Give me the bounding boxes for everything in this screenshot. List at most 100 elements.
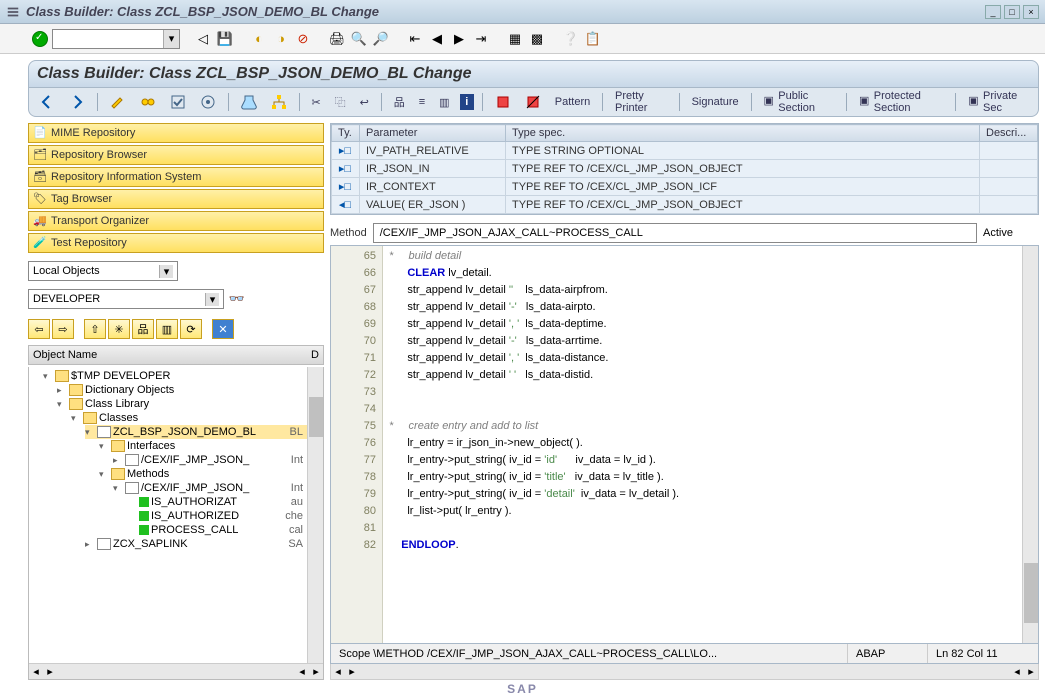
minimize-button[interactable]: _ [985, 5, 1001, 19]
private-section-button[interactable]: ▣Private Sec [964, 92, 1032, 112]
new-session-icon[interactable]: ▦ [506, 30, 524, 48]
exit-icon[interactable]: ◐ [250, 30, 268, 48]
layout-button[interactable]: ▥ [435, 92, 453, 112]
other-object-button[interactable] [136, 92, 160, 112]
breakpoint-del-button[interactable] [521, 92, 545, 112]
tag-icon: 🏷 [33, 192, 47, 206]
hierarchy-button[interactable]: 品 [390, 92, 409, 112]
tag-browser-button[interactable]: 🏷Tag Browser [28, 189, 324, 209]
param-row[interactable]: ◂□VALUE( ER_JSON )TYPE REF TO /CEX/CL_JM… [332, 196, 1038, 214]
save-icon[interactable]: 💾 [216, 30, 234, 48]
standard-toolbar: ▾ ◁ 💾 ◐ ◑ ⊘ 🖨 🔍 🔎 ⇤ ◀ ▶ ⇥ ▦ ▩ ❔ 📋 [0, 24, 1045, 54]
tree-node-root[interactable]: ▾$TMP DEVELOPER [43, 369, 323, 383]
tree-node-m3[interactable]: PROCESS_CALLcal [127, 523, 323, 537]
customize-icon[interactable]: 📋 [584, 30, 602, 48]
copy-button[interactable]: ⿻ [331, 92, 350, 112]
tree-node-dictionary[interactable]: ▸Dictionary Objects [57, 383, 323, 397]
signature-button[interactable]: Signature [688, 92, 743, 112]
nav-back-button[interactable] [35, 92, 59, 112]
tree-up-button[interactable]: ⇧ [84, 319, 106, 339]
method-name-field[interactable]: /CEX/IF_JMP_JSON_AJAX_CALL~PROCESS_CALL [373, 223, 977, 243]
activate-button[interactable] [196, 92, 220, 112]
param-header-name[interactable]: Parameter [360, 125, 506, 142]
shortcut-icon[interactable]: ▩ [528, 30, 546, 48]
tree-node-methods[interactable]: ▾Methods [99, 467, 323, 481]
param-row[interactable]: ▸□IR_CONTEXTTYPE REF TO /CEX/CL_JMP_JSON… [332, 178, 1038, 196]
mime-repository-button[interactable]: 📄MIME Repository [28, 123, 324, 143]
chevron-down-icon[interactable]: ▾ [205, 293, 219, 306]
stop-icon[interactable]: ⊘ [294, 30, 312, 48]
pattern-button[interactable]: Pattern [551, 92, 594, 112]
nav-forward-button[interactable] [65, 92, 89, 112]
test-repository-button[interactable]: 🧪Test Repository [28, 233, 324, 253]
tree-node-m2[interactable]: IS_AUTHORIZEDche [127, 509, 323, 523]
tree-new-button[interactable]: ✳ [108, 319, 130, 339]
where-used-button[interactable] [267, 92, 291, 112]
tree-vscrollbar[interactable] [307, 367, 323, 663]
first-page-icon[interactable]: ⇤ [406, 30, 424, 48]
tree-back-button[interactable]: ⇦ [28, 319, 50, 339]
tree-refresh-button[interactable]: ⟳ [180, 319, 202, 339]
breakpoint-set-button[interactable] [491, 92, 515, 112]
tree-node-class-library[interactable]: ▾Class Library [57, 397, 323, 411]
class-icon [97, 426, 111, 438]
paste-button[interactable]: ↩ [356, 92, 373, 112]
param-header-type[interactable]: Ty. [332, 125, 360, 142]
editor-hscrollbar[interactable]: ◂▸◂▸ [330, 664, 1039, 680]
tree-hscrollbar[interactable]: ◂▸◂▸ [29, 663, 323, 679]
pretty-printer-button[interactable]: Pretty Printer [611, 92, 671, 112]
find-icon[interactable]: 🔍 [350, 30, 368, 48]
cut-button[interactable]: ✂ [307, 92, 324, 112]
maximize-button[interactable]: □ [1004, 5, 1020, 19]
public-section-button[interactable]: ▣Public Section [759, 92, 838, 112]
tree-display-button[interactable]: ▥ [156, 319, 178, 339]
next-page-icon[interactable]: ▶ [450, 30, 468, 48]
protected-section-button[interactable]: ▣Protected Section [855, 92, 947, 112]
param-header-desc[interactable]: Descri... [980, 125, 1038, 142]
tree-node-classes[interactable]: ▾Classes [71, 411, 323, 425]
help-icon[interactable]: ❔ [562, 30, 580, 48]
param-row[interactable]: ▸□IR_JSON_INTYPE REF TO /CEX/CL_JMP_JSON… [332, 160, 1038, 178]
tree-forward-button[interactable]: ⇨ [52, 319, 74, 339]
import-icon: ▸□ [338, 180, 352, 193]
object-tree[interactable]: ▾$TMP DEVELOPER ▸Dictionary Objects ▾Cla… [29, 367, 323, 553]
tree-node-m1[interactable]: IS_AUTHORIZATau [127, 495, 323, 509]
chevron-down-icon[interactable]: ▾ [163, 30, 179, 48]
tree-where-button[interactable]: 品 [132, 319, 154, 339]
back-icon[interactable]: ◁ [194, 30, 212, 48]
repository-browser-button[interactable]: 🗂Repository Browser [28, 145, 324, 165]
find-next-icon[interactable]: 🔎 [372, 30, 390, 48]
display-icon[interactable]: 👓 [228, 290, 246, 308]
tree-node-interface-1[interactable]: ▸/CEX/IF_JMP_JSON_Int [113, 453, 323, 467]
editor-vscrollbar[interactable] [1022, 246, 1038, 643]
command-field[interactable]: ▾ [52, 29, 180, 49]
user-dropdown[interactable]: DEVELOPER▾ [28, 289, 224, 309]
param-row[interactable]: ▸□IV_PATH_RELATIVETYPE STRING OPTIONAL [332, 142, 1038, 160]
print-icon[interactable]: 🖨 [328, 30, 346, 48]
last-page-icon[interactable]: ⇥ [472, 30, 490, 48]
prev-page-icon[interactable]: ◀ [428, 30, 446, 48]
info-button[interactable]: i [460, 94, 474, 110]
chevron-down-icon[interactable]: ▾ [159, 265, 173, 278]
tree-close-button[interactable]: ✕ [212, 319, 234, 339]
tree-node-interface-2[interactable]: ▾/CEX/IF_JMP_JSON_Int [113, 481, 323, 495]
tree-node-zcx[interactable]: ▸ZCX_SAPLINKSA [85, 537, 323, 551]
tree-header-desc: D [311, 349, 319, 361]
close-button[interactable]: × [1023, 5, 1039, 19]
transport-organizer-button[interactable]: 🚚Transport Organizer [28, 211, 324, 231]
param-header-spec[interactable]: Type spec. [506, 125, 980, 142]
test-button[interactable] [237, 92, 261, 112]
system-menu-icon[interactable] [6, 5, 20, 19]
enter-icon[interactable] [32, 31, 48, 47]
repository-info-button[interactable]: 🗃Repository Information System [28, 167, 324, 187]
folder-icon [83, 412, 97, 424]
code-area[interactable]: * build detail CLEAR lv_detail. str_appe… [383, 246, 1022, 643]
cancel-icon[interactable]: ◑ [272, 30, 290, 48]
list-button[interactable]: ≡ [415, 92, 429, 112]
display-change-button[interactable] [106, 92, 130, 112]
scope-dropdown[interactable]: Local Objects▾ [28, 261, 178, 281]
tree-node-zcl[interactable]: ▾ZCL_BSP_JSON_DEMO_BLBL [85, 425, 323, 439]
code-editor[interactable]: 656667686970717273747576777879808182 * b… [330, 245, 1039, 644]
check-button[interactable] [166, 92, 190, 112]
tree-node-interfaces[interactable]: ▾Interfaces [99, 439, 323, 453]
